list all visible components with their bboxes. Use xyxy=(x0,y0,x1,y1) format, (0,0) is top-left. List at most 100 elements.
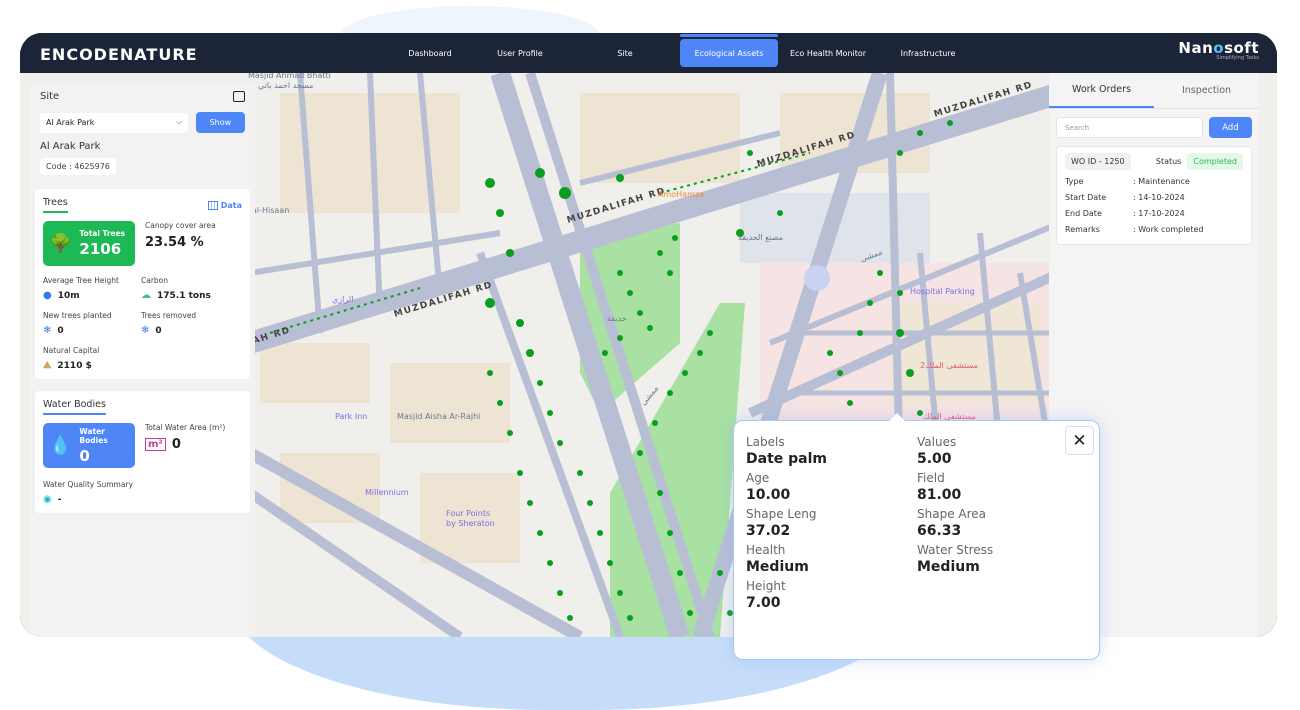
site-name: Al Arak Park xyxy=(40,141,101,152)
popup-value: Medium xyxy=(746,559,809,575)
site-title: Site xyxy=(40,91,60,102)
total-trees-label: Total Trees xyxy=(79,229,126,238)
popup-value: 10.00 xyxy=(746,487,791,503)
status-label: Status xyxy=(1155,157,1182,166)
wo-field-value: : 14-10-2024 xyxy=(1133,193,1185,202)
popup-label: Water Stress xyxy=(917,543,994,557)
chevron-down-icon: ⌵ xyxy=(176,118,182,126)
app-logo: ENCODENATURE xyxy=(40,45,198,64)
canopy-value: 23.54 % xyxy=(145,235,204,250)
popup-value: 5.00 xyxy=(917,451,952,467)
water-bodies-label: Water Bodies xyxy=(79,426,108,445)
close-icon[interactable]: ✕ xyxy=(1065,426,1094,455)
nav-item-ecological-assets[interactable]: Ecological Assets xyxy=(680,34,778,67)
removed-label: Trees removed xyxy=(141,311,197,320)
collapse-icon[interactable] xyxy=(233,91,245,102)
tree-info-popup: ✕ Labels Date palm Values 5.00 Age 10.00 Fi… xyxy=(733,413,1100,660)
site-section: Site Al Arak Park ⌵ Show Al Arak Park Co… xyxy=(30,83,255,183)
wo-field-label: End Date xyxy=(1065,209,1102,218)
wo-field-value: : 17-10-2024 xyxy=(1133,209,1185,218)
poi-label-hospital-parking: Hospital Parking xyxy=(910,287,975,296)
poi-label-factory: مصنع الحديقة xyxy=(738,233,784,242)
popup-value: 66.33 xyxy=(917,523,962,539)
area-icon: m² xyxy=(145,438,166,451)
poi-label-amohamza: AmoHamza xyxy=(658,190,704,199)
tree-height-icon: ● xyxy=(43,290,52,301)
water-bodies-value: 0 xyxy=(79,446,90,465)
poi-label-park: حديقة xyxy=(607,314,627,323)
total-trees-kpi: 🌳 Total Trees 2106 xyxy=(43,221,135,266)
site-code: Code : 4625976 xyxy=(40,158,116,175)
removed-value: 0 xyxy=(155,325,162,336)
popup-value: Date palm xyxy=(746,451,827,467)
main-nav: Dashboard User Profile Site Ecological A… xyxy=(390,33,978,73)
popup-label: Height xyxy=(746,579,786,593)
trees-title: Trees xyxy=(43,197,68,213)
search-input[interactable]: Search xyxy=(1056,117,1203,138)
popup-label: Values xyxy=(917,435,957,449)
planted-label: New trees planted xyxy=(43,311,112,320)
popup-label: Age xyxy=(746,471,770,485)
avg-height-value: 10m xyxy=(57,290,80,301)
popup-label: Field xyxy=(917,471,945,485)
nav-item-dashboard[interactable]: Dashboard xyxy=(390,39,470,67)
wo-field-value: : Work completed xyxy=(1133,225,1204,234)
data-link[interactable]: Data xyxy=(207,200,242,210)
poi-label: مسجد احمد باتي xyxy=(258,81,314,90)
nav-item-site[interactable]: Site xyxy=(570,39,680,67)
popup-label: Health xyxy=(746,543,786,557)
poi-label-four-points: by Sheraton xyxy=(446,519,495,528)
show-button[interactable]: Show xyxy=(195,112,245,133)
nav-item-user-profile[interactable]: User Profile xyxy=(470,39,570,67)
popup-label: Shape Leng xyxy=(746,507,817,521)
work-order-card[interactable]: WO ID - 1250 Status Completed Type: Main… xyxy=(1056,146,1252,245)
popup-label: Shape Area xyxy=(917,507,987,521)
brand-name: Nan xyxy=(1178,39,1214,57)
planted-value: 0 xyxy=(57,325,64,336)
poi-label-millennium: Millennium xyxy=(365,488,409,497)
data-link-label: Data xyxy=(220,200,242,210)
tree-planted-icon: ❄ xyxy=(43,325,52,336)
poi-label-four-points: Four Points xyxy=(446,509,491,518)
water-quality-icon: ◉ xyxy=(43,494,52,505)
site-select[interactable]: Al Arak Park ⌵ xyxy=(40,112,188,133)
landscape-icon: ⛰ xyxy=(43,360,52,371)
left-panel: Site Al Arak Park ⌵ Show Al Arak Park Co… xyxy=(30,83,255,637)
popup-value: Medium xyxy=(917,559,980,575)
canopy-label: Canopy cover area xyxy=(145,221,216,230)
tab-inspection[interactable]: Inspection xyxy=(1154,73,1259,108)
carbon-value: 175.1 tons xyxy=(157,290,211,301)
popup-value: 7.00 xyxy=(746,595,781,611)
add-button[interactable]: Add xyxy=(1209,117,1252,138)
wo-field-value: : Maintenance xyxy=(1133,177,1190,186)
water-quality-value: - xyxy=(57,494,62,505)
poi-label-masjid-aisha: Masjid Aisha Ar-Rajhi xyxy=(397,412,481,421)
water-bodies-kpi: 💧 Water Bodies 0 xyxy=(43,423,135,468)
water-quality-label: Water Quality Summary xyxy=(43,480,133,489)
poi-label: الرازي xyxy=(332,295,354,304)
carbon-label: Carbon xyxy=(141,276,169,285)
nav-item-infrastructure[interactable]: Infrastructure xyxy=(878,39,978,67)
poi-label: al-Hisaan xyxy=(252,206,290,215)
status-badge: Completed xyxy=(1187,153,1243,170)
capital-label: Natural Capital xyxy=(43,346,100,355)
water-area-label: Total Water Area (m²) xyxy=(145,423,226,432)
brand-logo: Nanosoft Simplifying Tasks xyxy=(1178,39,1259,61)
wo-field-label: Remarks xyxy=(1065,225,1100,234)
poi-label: Masjid Ahmad Bhatti xyxy=(248,73,331,80)
water-drop-icon: 💧 xyxy=(49,435,72,456)
avg-height-label: Average Tree Height xyxy=(43,276,119,285)
work-order-id: WO ID - 1250 xyxy=(1065,153,1131,170)
wo-field-label: Start Date xyxy=(1065,193,1107,202)
site-select-value: Al Arak Park xyxy=(46,118,95,127)
popup-value: 37.02 xyxy=(746,523,791,539)
trees-card: Trees Data 🌳 Total Trees 2106 Canopy cov… xyxy=(35,189,250,379)
popup-label: Labels xyxy=(746,435,785,449)
water-area-value: 0 xyxy=(171,437,181,452)
poi-label-hospital: مستشفى الملك2 xyxy=(920,361,978,370)
nav-item-eco-health-monitor[interactable]: Eco Health Monitor xyxy=(778,39,878,67)
tab-work-orders[interactable]: Work Orders xyxy=(1049,73,1154,108)
capital-value: 2110 $ xyxy=(57,360,92,371)
top-navbar: ENCODENATURE Dashboard User Profile Site… xyxy=(20,33,1277,73)
columns-icon xyxy=(207,200,218,210)
